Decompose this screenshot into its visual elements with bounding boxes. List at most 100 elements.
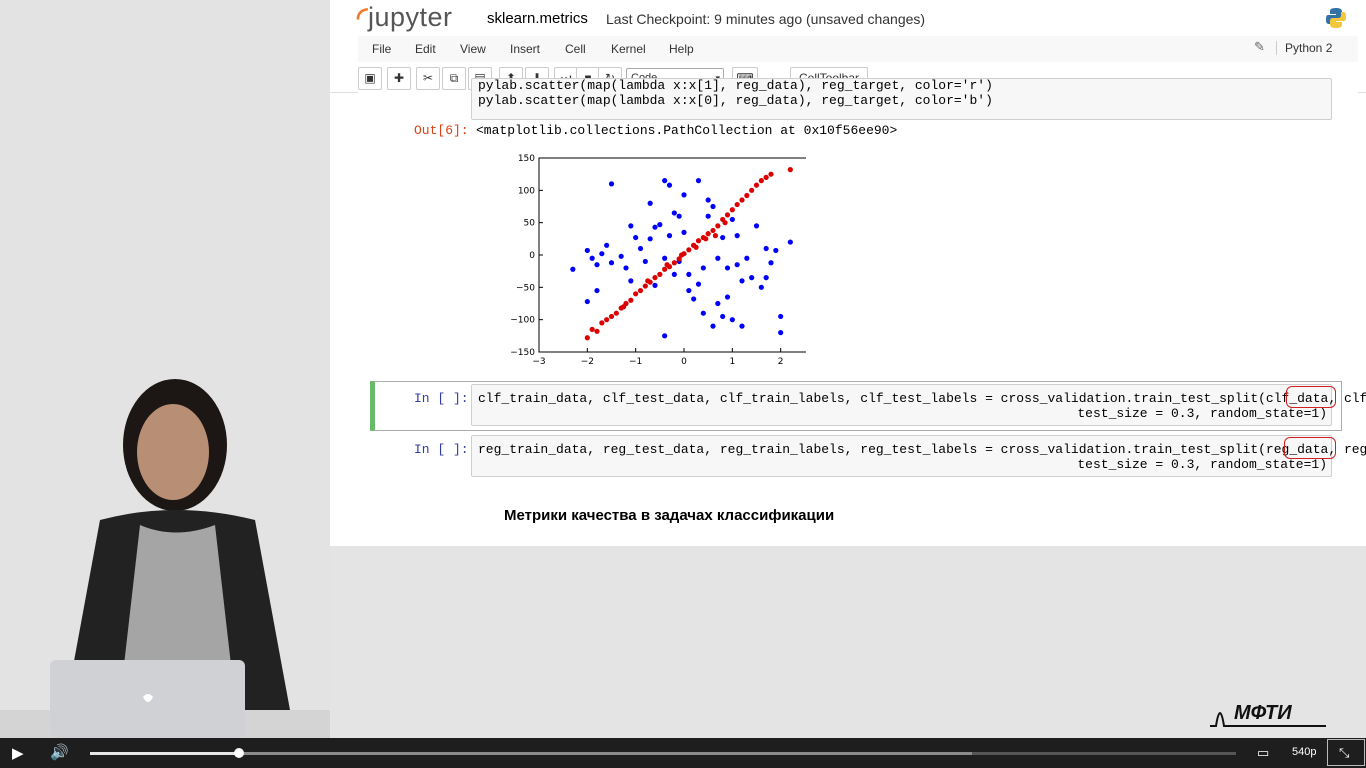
data-point xyxy=(584,335,590,341)
data-point xyxy=(645,278,651,284)
notebook-name[interactable]: sklearn.metrics xyxy=(487,10,588,27)
data-point xyxy=(695,238,702,244)
save-button[interactable]: ▣ xyxy=(358,67,382,90)
data-point xyxy=(758,178,764,184)
output-text: <matplotlib.collections.PathCollection a… xyxy=(476,123,898,138)
progress-handle[interactable] xyxy=(233,748,244,758)
data-point xyxy=(715,223,721,229)
data-point xyxy=(686,247,692,253)
data-point xyxy=(652,282,658,288)
data-point xyxy=(599,320,605,326)
data-point xyxy=(671,260,677,266)
code-line-1: pylab.scatter(map(lambda x:x[1], reg_dat… xyxy=(478,78,993,93)
data-point xyxy=(647,236,653,242)
data-point xyxy=(703,236,709,242)
code-cell-6[interactable]: pylab.scatter(map(lambda x:x[1], reg_dat… xyxy=(471,78,1332,120)
annotation-circle xyxy=(1286,386,1336,408)
data-point xyxy=(657,222,663,228)
volume-button[interactable]: 🔊 xyxy=(50,743,69,761)
code-cell-reg[interactable]: reg_train_data, reg_test_data, reg_train… xyxy=(471,435,1366,477)
data-point xyxy=(594,287,600,294)
captions-icon: ▭ xyxy=(1257,745,1270,760)
video-frame: ◜jupyter sklearn.metrics Last Checkpoint… xyxy=(0,0,1366,738)
menu-insert[interactable]: Insert xyxy=(510,42,540,56)
exit-fullscreen-button[interactable]: ⤡ xyxy=(1327,739,1365,766)
menu-help[interactable]: Help xyxy=(669,42,694,56)
edit-pencil-icon[interactable]: ✎ xyxy=(1254,39,1265,55)
data-point xyxy=(700,265,706,271)
data-point xyxy=(671,210,677,216)
jupyter-logo[interactable]: ◜jupyter xyxy=(357,2,453,33)
data-point xyxy=(594,262,600,268)
data-point xyxy=(715,255,721,261)
played-bar xyxy=(90,752,239,755)
data-point xyxy=(720,234,726,241)
subtitles-button[interactable]: ▭ xyxy=(1257,745,1269,761)
data-point xyxy=(744,255,750,261)
data-point xyxy=(671,271,677,277)
y-tick-label: 50 xyxy=(524,219,536,229)
data-point xyxy=(705,197,711,203)
menu-cell[interactable]: Cell xyxy=(565,42,586,56)
markdown-heading[interactable]: Метрики качества в задачах классификации xyxy=(504,507,834,524)
menu-bar: File Edit View Insert Cell Kernel Help ✎… xyxy=(358,36,1358,62)
cut-button[interactable]: ✂ xyxy=(416,67,440,90)
x-tick-label: 0 xyxy=(681,357,687,367)
code-line-2: pylab.scatter(map(lambda x:x[0], reg_dat… xyxy=(478,93,993,108)
data-point xyxy=(642,283,648,289)
data-point xyxy=(705,231,711,237)
data-point xyxy=(686,287,692,294)
menu-file[interactable]: File xyxy=(372,42,391,56)
play-button[interactable]: ▶ xyxy=(12,744,24,762)
x-tick-label: −2 xyxy=(581,357,594,367)
y-tick-label: −100 xyxy=(510,316,535,326)
data-point xyxy=(584,298,590,305)
data-point xyxy=(710,203,716,210)
code-line-2: test_size = 0.3, random_state=1) xyxy=(1077,406,1327,421)
copy-button[interactable]: ⧉ xyxy=(442,67,466,90)
data-point xyxy=(652,275,658,281)
data-point xyxy=(695,178,702,184)
data-point xyxy=(637,245,644,252)
volume-icon: 🔊 xyxy=(50,744,69,761)
data-point xyxy=(768,171,774,177)
y-tick-label: 150 xyxy=(518,154,535,164)
data-point xyxy=(666,233,673,239)
data-point xyxy=(647,200,653,206)
data-point xyxy=(662,266,668,272)
video-controls: ▶ 🔊 ▭ 540p ⤡ xyxy=(0,738,1366,768)
scissors-icon: ✂ xyxy=(422,71,434,85)
menu-view[interactable]: View xyxy=(460,42,486,56)
insert-cell-button[interactable]: ✚ xyxy=(387,67,411,90)
checkpoint-status: Last Checkpoint: 9 minutes ago (unsaved … xyxy=(606,11,926,27)
kernel-indicator[interactable]: Python 2 xyxy=(1276,41,1332,55)
code-cell-clf[interactable]: clf_train_data, clf_test_data, clf_train… xyxy=(471,384,1366,426)
data-point xyxy=(637,287,644,294)
data-point xyxy=(608,260,615,266)
data-point xyxy=(734,262,740,268)
progress-bar[interactable] xyxy=(90,748,1236,758)
data-point xyxy=(613,310,619,316)
data-point xyxy=(720,313,726,320)
data-point xyxy=(724,294,731,300)
quality-button[interactable]: 540p xyxy=(1292,746,1316,758)
data-point xyxy=(710,227,716,234)
data-point xyxy=(693,244,699,250)
menu-kernel[interactable]: Kernel xyxy=(611,42,646,56)
data-point xyxy=(628,278,634,284)
data-point xyxy=(700,310,706,316)
menu-edit[interactable]: Edit xyxy=(415,42,436,56)
play-icon: ▶ xyxy=(12,745,24,762)
jupyter-notebook: ◜jupyter sklearn.metrics Last Checkpoint… xyxy=(330,0,1366,546)
data-point xyxy=(739,323,745,329)
data-point xyxy=(712,233,719,239)
data-point xyxy=(739,278,745,284)
data-point xyxy=(749,187,755,193)
code-line-1: clf_train_data, clf_test_data, clf_train… xyxy=(478,391,1366,406)
data-point xyxy=(604,242,610,248)
data-point xyxy=(749,275,755,281)
data-point xyxy=(722,220,728,226)
data-point xyxy=(753,223,760,229)
jupyter-mark-icon: ◜ xyxy=(357,2,368,32)
input-prompt: In [ ]: xyxy=(414,442,469,457)
